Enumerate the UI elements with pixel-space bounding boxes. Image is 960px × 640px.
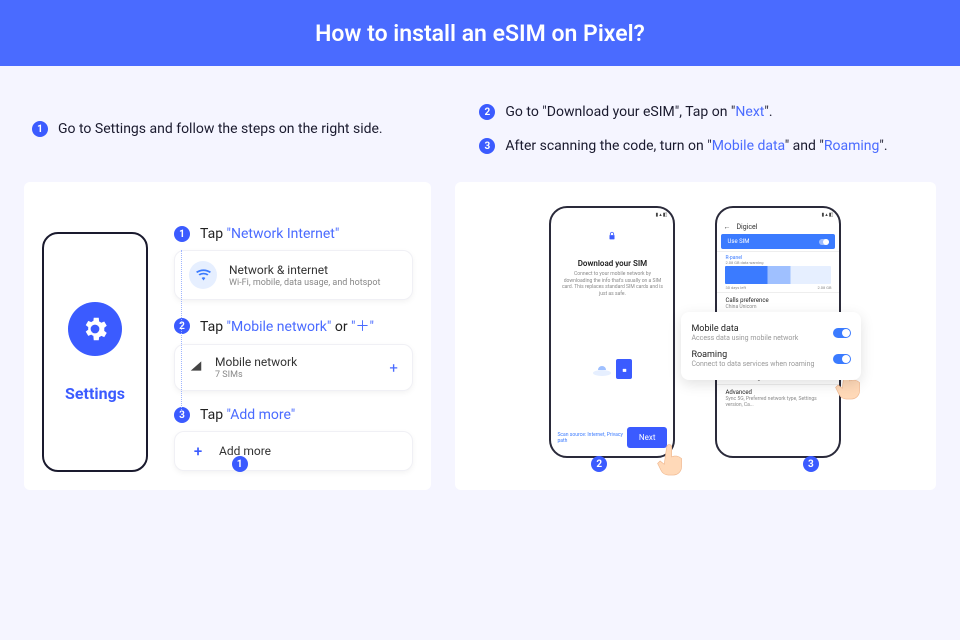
data-usage-bar: 2.08 GB data warning 30 days left 2.08 G… — [725, 266, 831, 284]
use-sim-toggle-row: Use SIM — [721, 234, 835, 249]
tile-network-internet: Network & internet Wi-Fi, mobile, data u… — [174, 250, 413, 300]
content-area: 1 Go to Settings and follow the steps on… — [0, 66, 960, 640]
intro-step-2: 2 Go to "Download your eSIM", Tap on "Ne… — [479, 104, 928, 120]
step-badge-1: 1 — [32, 121, 48, 137]
status-bar: ▮▴◧ — [551, 208, 673, 222]
back-arrow-icon: ← — [723, 223, 730, 231]
steps-column: 1 Tap "Network Internet" Network & inter… — [174, 226, 413, 472]
roaming-row: Roaming Connect to data services when ro… — [691, 346, 851, 372]
download-subtitle: Connect to your mobile network by downlo… — [551, 271, 673, 297]
mock2-wrap: ▮▴◧ Download your SIM Connect to your mo… — [549, 206, 675, 458]
substep-badge-1: 1 — [174, 226, 190, 242]
page-number-3: 3 — [803, 456, 819, 472]
intro-left: 1 Go to Settings and follow the steps on… — [32, 104, 447, 154]
mock3-wrap: ▮▴◧ ← Digicel Use SIM R-panel 2.08 GB da… — [715, 206, 841, 458]
plus-icon: + — [389, 359, 398, 377]
intro-row: 1 Go to Settings and follow the steps on… — [24, 66, 936, 182]
phone-settings-mock: Settings — [42, 232, 148, 472]
page-number-2: 2 — [591, 456, 607, 472]
overlay-toggles-card: Mobile data Access data using mobile net… — [681, 312, 861, 380]
hero-banner: How to install an eSIM on Pixel? — [0, 0, 960, 66]
plus-icon: + — [189, 442, 207, 460]
cards-row: Settings 1 Tap "Network Internet" Networ… — [24, 182, 936, 490]
highlight-next: Next — [735, 104, 764, 120]
dotted-connector — [181, 250, 182, 412]
step-badge-2: 2 — [479, 104, 495, 120]
signal-icon — [189, 359, 203, 376]
mobile-data-row: Mobile data Access data using mobile net… — [691, 320, 851, 346]
carrier-header: ← Digicel — [717, 222, 839, 232]
gear-icon — [68, 302, 122, 356]
substep-1: 1 Tap "Network Internet" Network & inter… — [174, 226, 413, 300]
intro-step-1: 1 Go to Settings and follow the steps on… — [32, 121, 383, 137]
tile-subtitle: Wi-Fi, mobile, data usage, and hotspot — [229, 278, 380, 288]
substep-2: 2 Tap "Mobile network" or "＋" Mobile net… — [174, 316, 413, 391]
intro-step-1-text: Go to Settings and follow the steps on t… — [58, 121, 383, 137]
substep-badge-3: 3 — [174, 407, 190, 423]
tile-subtitle: 7 SIMs — [215, 370, 297, 380]
step-badge-3: 3 — [479, 138, 495, 154]
roaming-sub: Connect to data services when roaming — [691, 360, 814, 368]
substep-badge-2: 2 — [174, 318, 190, 334]
substep-3: 3 Tap "Add more" + Add more — [174, 407, 413, 471]
highlight-roaming: Roaming — [824, 138, 880, 154]
mobile-data-toggle[interactable] — [833, 328, 851, 338]
download-links: Scan source: Internet, Privacy path — [557, 432, 626, 444]
mobile-data-sub: Access data using mobile network — [691, 334, 798, 342]
highlight-mobile-data: Mobile data — [712, 138, 785, 154]
tile-title: Add more — [219, 444, 271, 458]
mobile-data-label: Mobile data — [691, 324, 798, 334]
phone-mock-download: ▮▴◧ Download your SIM Connect to your mo… — [549, 206, 675, 458]
intro-right: 2 Go to "Download your eSIM", Tap on "Ne… — [479, 104, 928, 154]
card-settings-steps: Settings 1 Tap "Network Internet" Networ… — [24, 182, 431, 490]
tile-add-more: + Add more — [174, 431, 413, 471]
tile-title: Mobile network — [215, 355, 297, 369]
page-number-1: 1 — [232, 456, 248, 472]
settings-label: Settings — [65, 384, 125, 403]
download-title: Download your SIM — [551, 259, 673, 268]
tile-title: Network & internet — [229, 263, 380, 277]
intro-step-3: 3 After scanning the code, turn on "Mobi… — [479, 138, 928, 154]
toggle-icon — [819, 239, 829, 245]
card-phone-mocks: ▮▴◧ Download your SIM Connect to your mo… — [455, 182, 936, 490]
roaming-label: Roaming — [691, 350, 814, 360]
page-title: How to install an eSIM on Pixel? — [315, 20, 645, 47]
roaming-toggle[interactable] — [833, 354, 851, 364]
sim-lock-icon — [551, 226, 673, 245]
intro-step-2-text: Go to "Download your eSIM", Tap on "Next… — [505, 104, 772, 120]
wifi-icon — [189, 261, 217, 289]
download-illustration — [551, 333, 673, 405]
status-bar: ▮▴◧ — [717, 208, 839, 222]
tile-mobile-network: Mobile network 7 SIMs + — [174, 344, 413, 391]
download-footer: Scan source: Internet, Privacy path Next — [557, 427, 667, 448]
intro-step-3-text: After scanning the code, turn on "Mobile… — [505, 138, 887, 154]
hand-pointer-icon — [653, 442, 687, 480]
